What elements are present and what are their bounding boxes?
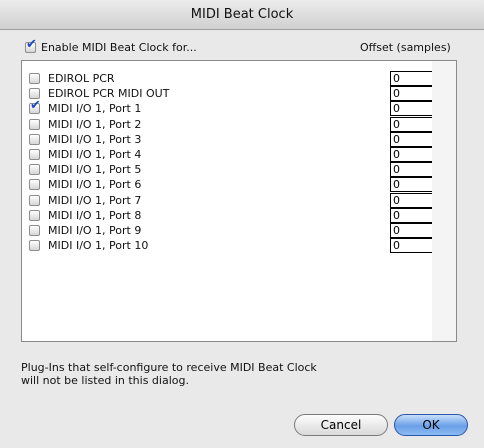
device-checkbox[interactable] — [29, 225, 40, 236]
device-name: MIDI I/O 1, Port 3 — [48, 132, 142, 146]
checkmark-icon: ✔ — [26, 37, 37, 52]
enable-label: Enable MIDI Beat Clock for... — [41, 41, 197, 54]
list-item[interactable]: MIDI I/O 1, Port 60 — [22, 177, 456, 193]
device-name: MIDI I/O 1, Port 4 — [48, 148, 142, 161]
device-name: MIDI I/O 1, Port 9 — [48, 224, 142, 237]
list-item[interactable]: MIDI I/O 1, Port 30 — [22, 131, 456, 147]
midi-beat-clock-dialog: MIDI Beat Clock ✔ Enable MIDI Beat Clock… — [0, 0, 484, 448]
device-checkbox[interactable] — [29, 179, 40, 191]
list-item[interactable]: EDIROL PCR 0 — [22, 71, 456, 86]
list-item[interactable]: MIDI I/O 1, Port 40 — [22, 147, 456, 162]
title-bar[interactable]: MIDI Beat Clock — [0, 0, 484, 30]
note-line-2: will not be listed in this dialog. — [21, 374, 189, 387]
device-list: EDIROL PCR 0 EDIROL PCR MIDI OUT 0 ✔ MIDI I/O… — [21, 60, 457, 342]
note-line-1: Plug-Ins that self-configure to receive … — [21, 361, 317, 374]
list-item[interactable]: ✔ MIDI I/O 1, Port 10 — [22, 99, 456, 117]
device-checkbox[interactable] — [29, 240, 40, 252]
list-scrollbar[interactable] — [432, 61, 456, 341]
device-checkbox[interactable]: ✔ — [29, 99, 41, 115]
device-checkbox[interactable] — [29, 194, 40, 206]
list-item[interactable]: EDIROL PCR MIDI OUT 0 — [22, 86, 456, 102]
device-name: MIDI I/O 1, Port 7 — [48, 193, 142, 207]
device-checkbox[interactable] — [29, 209, 40, 221]
list-item[interactable]: MIDI I/O 1, Port 70 — [22, 192, 456, 208]
ok-button[interactable]: OK — [394, 414, 468, 436]
enable-checkbox[interactable]: ✔ — [25, 38, 37, 53]
device-name: MIDI I/O 1, Port 2 — [48, 117, 142, 131]
checkmark-icon: ✔ — [30, 98, 41, 114]
device-name: MIDI I/O 1, Port 1 — [48, 102, 142, 116]
list-item[interactable]: MIDI I/O 1, Port 20 — [22, 116, 456, 132]
plugin-note: Plug-Ins that self-configure to receive … — [21, 361, 381, 387]
device-name: MIDI I/O 1, Port 10 — [48, 239, 149, 253]
offset-column-header: Offset (samples) — [360, 41, 451, 54]
device-checkbox[interactable] — [29, 149, 40, 160]
device-name: MIDI I/O 1, Port 8 — [48, 208, 142, 222]
device-name: MIDI I/O 1, Port 5 — [48, 163, 142, 177]
device-name: EDIROL PCR MIDI OUT — [48, 87, 170, 101]
cancel-button[interactable]: Cancel — [294, 414, 388, 436]
list-item[interactable]: MIDI I/O 1, Port 50 — [22, 162, 456, 178]
device-checkbox[interactable] — [29, 164, 40, 176]
list-item[interactable]: MIDI I/O 1, Port 80 — [22, 207, 456, 223]
window-title: MIDI Beat Clock — [190, 7, 294, 22]
device-checkbox[interactable] — [29, 118, 40, 130]
device-checkbox[interactable] — [29, 133, 40, 145]
list-item[interactable]: MIDI I/O 1, Port 90 — [22, 223, 456, 238]
device-name: EDIROL PCR — [48, 72, 115, 85]
device-name: MIDI I/O 1, Port 6 — [48, 178, 142, 192]
list-item[interactable]: MIDI I/O 1, Port 10 0 — [22, 238, 456, 254]
device-checkbox[interactable] — [29, 73, 40, 84]
